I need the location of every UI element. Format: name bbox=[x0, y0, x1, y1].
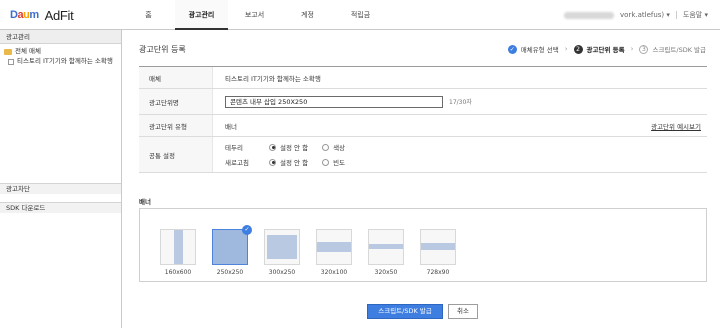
tab-home[interactable]: 홈 bbox=[122, 0, 175, 30]
check-icon: ✓ bbox=[507, 44, 517, 54]
banner-option-250x250[interactable]: ✓ 250x250 bbox=[210, 225, 252, 276]
chevron-right-icon: › bbox=[564, 45, 568, 53]
form-row-unit-type: 광고단위 유형 배너 광고단위 예시보기 bbox=[139, 115, 707, 137]
divider bbox=[675, 11, 677, 19]
common-settings-label: 공통 설정 bbox=[139, 137, 213, 172]
step-indicator: ✓ 매체유형 선택 › 2 광고단위 등록 › 3 스크립트/SDK 발급 bbox=[507, 44, 706, 54]
banner-size-picker: 160x600 ✓ 250x250 300x250 320x100 320x50… bbox=[139, 208, 707, 282]
check-icon: ✓ bbox=[242, 225, 252, 235]
border-setting: 테두리 설정 안 함 색상 bbox=[225, 142, 359, 152]
ad-unit-form: 매체 티스토리 IT기기와 함께하는 소확행 광고단위명 콘텐츠 내부 삽입 2… bbox=[139, 66, 707, 173]
banner-label: 160x600 bbox=[164, 269, 192, 276]
daum-logo: Daum bbox=[10, 9, 39, 21]
common-settings-cell: 테두리 설정 안 함 색상 새로고침 설정 안 함 빈도 bbox=[213, 137, 707, 172]
refresh-label: 새로고침 bbox=[225, 159, 249, 167]
daum-adfit-logo[interactable]: Daum AdFit bbox=[10, 7, 74, 23]
issue-script-button[interactable]: 스크립트/SDK 발급 bbox=[367, 304, 443, 319]
media-value: 티스토리 IT기기와 함께하는 소확행 bbox=[225, 74, 321, 83]
step-3-label: 스크립트/SDK 발급 bbox=[652, 46, 706, 54]
unit-type-label: 광고단위 유형 bbox=[139, 115, 213, 136]
banner-label: 300x250 bbox=[268, 269, 296, 276]
step-1-label: 매체유형 선택 bbox=[520, 46, 559, 54]
banner-label: 250x250 bbox=[216, 269, 244, 276]
refresh-option-none[interactable]: 설정 안 함 bbox=[269, 157, 308, 167]
tree-item-label: 전체 매체 bbox=[15, 47, 41, 55]
refresh-option-frequency[interactable]: 빈도 bbox=[322, 157, 345, 167]
help-menu[interactable]: 도움말 ▾ bbox=[683, 10, 708, 20]
refresh-setting: 새로고침 설정 안 함 빈도 bbox=[225, 157, 359, 167]
unit-example-link[interactable]: 광고단위 예시보기 bbox=[651, 121, 701, 131]
adfit-logo-text: AdFit bbox=[44, 7, 74, 23]
user-name-blurred bbox=[564, 11, 615, 19]
tree-item-label: 티스토리 IT기기와 함께하는 소확행 bbox=[17, 57, 113, 65]
option-label: 빈도 bbox=[333, 159, 346, 167]
radio-selected[interactable] bbox=[269, 158, 276, 166]
banner-728x90-icon bbox=[420, 229, 456, 265]
chevron-down-icon: ▾ bbox=[666, 11, 670, 19]
banner-option-300x250[interactable]: 300x250 bbox=[262, 229, 302, 276]
banner-option-728x90[interactable]: 728x90 bbox=[418, 229, 458, 276]
cancel-button[interactable]: 취소 bbox=[448, 304, 478, 319]
step-2-number: 2 bbox=[573, 44, 583, 54]
user-area: vork.atlefus) ▾ 도움말 ▾ bbox=[564, 0, 708, 30]
sidebar-heading: 광고관리 bbox=[0, 30, 121, 44]
page-title: 광고단위 등록 bbox=[139, 45, 186, 54]
help-label: 도움말 bbox=[682, 11, 703, 19]
unit-type-cell: 배너 광고단위 예시보기 bbox=[213, 115, 707, 136]
char-counter: 17/30자 bbox=[449, 99, 472, 106]
banner-300x250-icon bbox=[264, 229, 300, 265]
banner-option-320x50[interactable]: 320x50 bbox=[366, 229, 406, 276]
title-bar: 광고단위 등록 ✓ 매체유형 선택 › 2 광고단위 등록 › 3 스크립트/S… bbox=[122, 30, 720, 64]
banner-320x100-icon bbox=[316, 229, 352, 265]
border-option-none[interactable]: 설정 안 함 bbox=[269, 142, 308, 152]
banner-option-320x100[interactable]: 320x100 bbox=[314, 229, 354, 276]
user-account-label: vork.atlefus) bbox=[620, 11, 665, 19]
unit-name-cell: 콘텐츠 내부 삽입 250X250 17/30자 bbox=[213, 89, 707, 114]
tab-reports[interactable]: 보고서 bbox=[228, 0, 281, 30]
main-nav: 홈 광고관리 보고서 계정 적립금 bbox=[122, 0, 387, 30]
step-3-number: 3 bbox=[639, 44, 649, 54]
radio-unselected[interactable] bbox=[322, 158, 330, 166]
option-label: 설정 안 함 bbox=[280, 144, 309, 152]
form-row-unit-name: 광고단위명 콘텐츠 내부 삽입 250X250 17/30자 bbox=[139, 89, 707, 115]
form-row-common-settings: 공통 설정 테두리 설정 안 함 색상 새로고침 설정 안 함 빈도 bbox=[139, 137, 707, 173]
banner-label: 728x90 bbox=[426, 269, 450, 276]
user-account-menu[interactable]: vork.atlefus) ▾ bbox=[620, 11, 670, 19]
tab-account[interactable]: 계정 bbox=[281, 0, 334, 30]
tab-reserve[interactable]: 적립금 bbox=[334, 0, 387, 30]
unit-type-value: 배너 bbox=[225, 122, 237, 131]
tree-item-tistory[interactable]: 티스토리 IT기기와 함께하는 소확행 bbox=[4, 57, 117, 66]
option-label: 색상 bbox=[333, 144, 346, 152]
sidebar-item-sdk-download[interactable]: SDK 다운로드 bbox=[0, 202, 121, 213]
banner-label: 320x50 bbox=[374, 269, 398, 276]
radio-selected[interactable] bbox=[269, 143, 276, 151]
form-row-media: 매체 티스토리 IT기기와 함께하는 소확행 bbox=[139, 67, 707, 89]
tree-item-all-media[interactable]: 전체 매체 bbox=[4, 47, 117, 56]
chevron-right-icon: › bbox=[630, 45, 634, 53]
sidebar-item-ad-block[interactable]: 광고차단 bbox=[0, 183, 121, 194]
radio-unselected[interactable] bbox=[322, 143, 330, 151]
media-tree: 전체 매체 티스토리 IT기기와 함께하는 소확행 bbox=[0, 44, 121, 69]
banner-label: 320x100 bbox=[320, 269, 348, 276]
border-label: 테두리 bbox=[225, 144, 243, 152]
top-header: Daum AdFit 홈 광고관리 보고서 계정 적립금 vork.atlefu… bbox=[0, 0, 720, 30]
folder-icon bbox=[4, 49, 12, 55]
banner-160x600-icon bbox=[160, 229, 196, 265]
banner-320x50-icon bbox=[368, 229, 404, 265]
banner-option-160x600[interactable]: 160x600 bbox=[158, 229, 198, 276]
banner-section-title: 배너 bbox=[139, 198, 151, 206]
chevron-down-icon: ▾ bbox=[704, 11, 708, 19]
main-content: 광고단위 등록 ✓ 매체유형 선택 › 2 광고단위 등록 › 3 스크립트/S… bbox=[122, 30, 720, 328]
border-option-color[interactable]: 색상 bbox=[322, 142, 345, 152]
unit-name-input[interactable]: 콘텐츠 내부 삽입 250X250 bbox=[225, 95, 443, 108]
media-label: 매체 bbox=[139, 67, 213, 88]
tab-ad-management[interactable]: 광고관리 bbox=[175, 0, 228, 30]
option-label: 설정 안 함 bbox=[280, 159, 309, 167]
sidebar: 광고관리 전체 매체 티스토리 IT기기와 함께하는 소확행 광고차단 SDK … bbox=[0, 30, 122, 328]
step-2-label: 광고단위 등록 bbox=[586, 46, 625, 54]
document-icon bbox=[8, 59, 14, 65]
banner-250x250-icon: ✓ bbox=[212, 225, 252, 265]
unit-name-label: 광고단위명 bbox=[139, 89, 213, 114]
